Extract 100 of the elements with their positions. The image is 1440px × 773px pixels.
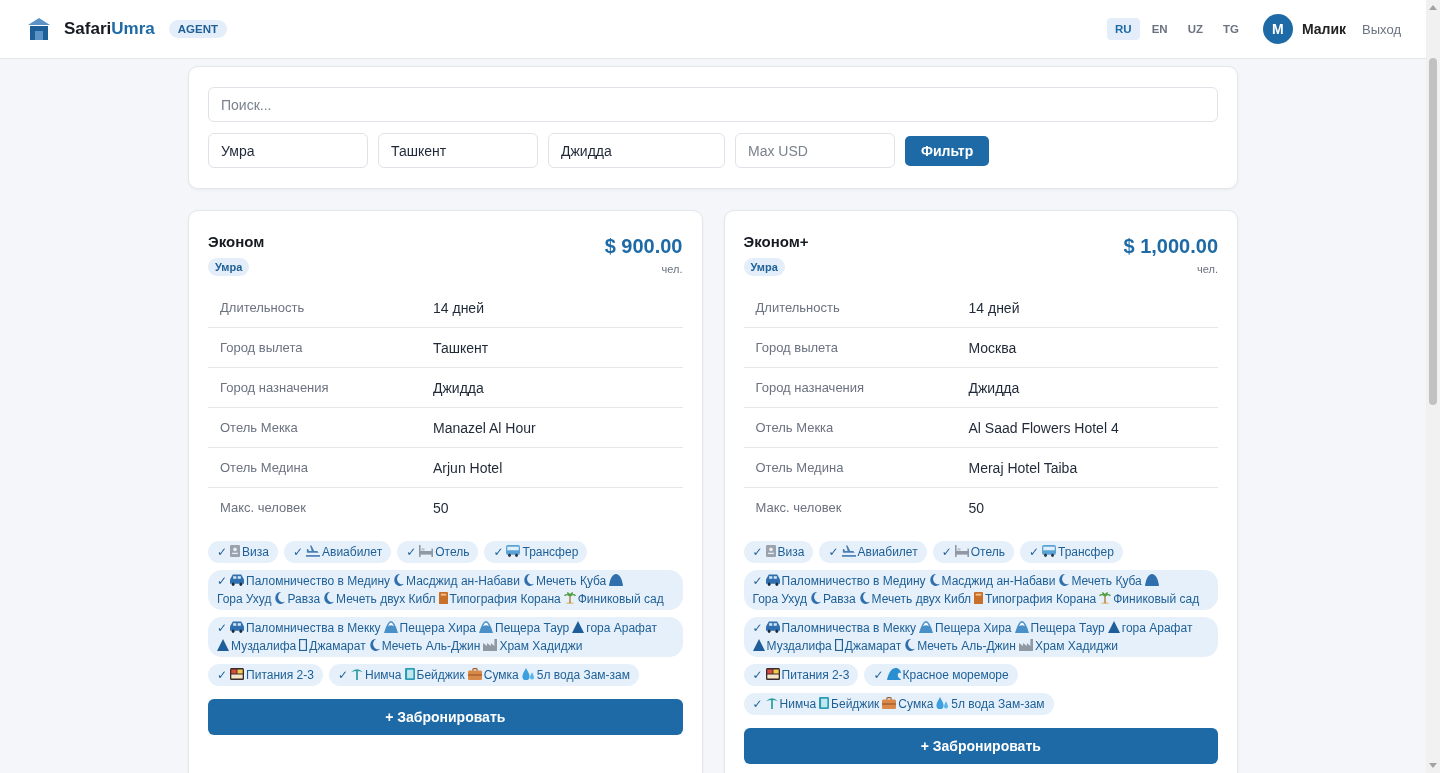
detail-value: Al Saad Flowers Hotel 4: [968, 419, 1120, 436]
bus-icon: [1042, 545, 1056, 557]
feature-label: Равза: [822, 592, 856, 606]
feature-label: Джамарат: [844, 639, 902, 653]
notebook-icon: [819, 697, 830, 709]
check-mark: ✓: [1028, 545, 1039, 559]
pickaxe-icon: [351, 668, 363, 680]
departure-field[interactable]: Ташкент: [378, 133, 538, 168]
max-price-field[interactable]: Max USD: [735, 133, 895, 168]
feature-label: Пещера Таур: [1030, 621, 1105, 635]
language-button[interactable]: UZ: [1179, 18, 1211, 40]
feature-label: Храм Хадиджи: [1034, 639, 1118, 653]
check-mark: ✓: [873, 668, 884, 682]
arrow-up-icon[interactable]: [1429, 5, 1437, 10]
scrollbar[interactable]: [1426, 0, 1440, 773]
language-button[interactable]: RU: [1107, 18, 1140, 40]
feature-label: Пещера Хира: [399, 621, 477, 635]
feature-label: Гора: [752, 592, 779, 606]
user-name: Малик: [1301, 21, 1347, 37]
feature-label: Паломничества в Мекку: [781, 621, 917, 635]
tour-type-field[interactable]: Умра: [208, 133, 368, 168]
feature-label: Финиковый сад: [1113, 592, 1200, 606]
tour-type-badge: Умра: [208, 258, 250, 276]
book-icon: [974, 592, 984, 604]
feature-label: Отель: [970, 545, 1005, 559]
brand-name[interactable]: SafariUmra: [64, 19, 155, 39]
feature-label: 5л вода Зам-зам: [536, 668, 630, 682]
feature-label: Мечеть Қуба: [535, 574, 607, 588]
feature-label: Трансфер: [522, 545, 579, 559]
tour-price: $ 900.00: [604, 234, 683, 259]
feature-label: Храм Хадиджи: [499, 639, 583, 653]
feature-label: Типография Корана: [449, 592, 561, 606]
role-badge: AGENT: [168, 20, 227, 38]
plane-icon: [841, 545, 856, 557]
car-icon: [765, 621, 780, 633]
arrow-down-icon[interactable]: [1429, 763, 1437, 768]
detail-value: Джидда: [433, 379, 485, 396]
droplets-icon: [936, 697, 950, 709]
feature-label: Паломничества в Мекку: [246, 621, 381, 635]
feature-label: Финиковый сад: [577, 592, 664, 606]
feature-label: Гора: [217, 592, 243, 606]
scrollbar-thumb[interactable]: [1429, 58, 1437, 405]
passport-icon: [230, 545, 241, 557]
detail-value: Manazel Al Hour: [433, 419, 537, 436]
check-mark: ✓: [752, 697, 763, 711]
feature-label: Мечеть двух Кибл: [871, 592, 972, 606]
search-field[interactable]: Поиск...: [208, 87, 1218, 122]
price-unit: чел.: [660, 262, 683, 276]
lunch-box-icon: [230, 668, 245, 680]
destination-field[interactable]: Джидда: [548, 133, 725, 168]
language-button[interactable]: EN: [1143, 18, 1176, 40]
language-button[interactable]: TG: [1214, 18, 1247, 40]
logout-link[interactable]: Выход: [1362, 21, 1401, 37]
briefcase-icon: [467, 668, 482, 680]
snowy-mountain-icon: [1014, 621, 1029, 633]
book-button[interactable]: + Забронировать: [208, 699, 683, 735]
feature-label: гора Арафат: [1121, 621, 1193, 635]
car-icon: [230, 574, 245, 586]
feature-label: Типография Корана: [985, 592, 1097, 606]
crescent-icon: [522, 574, 534, 586]
crescent-icon: [393, 574, 404, 586]
bus-icon: [506, 545, 521, 557]
crescent-icon: [368, 639, 380, 651]
feature-label: Пещера Таур: [495, 621, 570, 635]
car-icon: [765, 574, 780, 586]
book-icon: [438, 592, 448, 604]
check-mark: ✓: [752, 574, 763, 588]
detail-label: Город назначения: [755, 380, 866, 395]
house-icon: [28, 18, 50, 40]
detail-label: Город вылета: [755, 340, 839, 355]
snowy-mountain-icon: [479, 621, 494, 633]
check-mark: ✓: [292, 545, 303, 559]
factory-icon: [1018, 639, 1033, 651]
feature-label: Виза: [242, 545, 269, 559]
snowy-mountain-icon: [383, 621, 398, 633]
peak-icon: [1107, 621, 1120, 633]
feature-label: Пещера Хира: [935, 621, 1012, 635]
detail-value: Москва: [968, 339, 1018, 356]
detail-label: Город вылета: [220, 340, 304, 355]
filter-button[interactable]: Фильтр: [905, 135, 990, 166]
check-mark: ✓: [752, 668, 763, 682]
palm-tree-icon: [1099, 592, 1112, 604]
feature-label: Трансфер: [1058, 545, 1114, 559]
snowy-mountain-icon: [919, 621, 934, 633]
crescent-icon: [809, 592, 821, 604]
feature-label: Мечеть Аль-Джин: [917, 639, 1016, 653]
detail-label: Длительность: [755, 300, 841, 315]
detail-value: 50: [433, 499, 450, 516]
detail-label: Макс. человек: [755, 500, 843, 515]
check-mark: ✓: [406, 545, 417, 559]
tour-title: Эконом: [208, 232, 265, 252]
check-mark: ✓: [752, 545, 763, 559]
detail-label: Отель Медина: [220, 460, 309, 475]
book-button[interactable]: + Забронировать: [743, 728, 1218, 764]
feature-label: Ухуд: [245, 592, 272, 606]
check-mark: ✓: [217, 668, 228, 682]
hill-icon: [609, 574, 624, 586]
feature-label: Отель: [435, 545, 470, 559]
lunch-box-icon: [765, 668, 780, 680]
missing-glyph-icon: [299, 639, 308, 651]
